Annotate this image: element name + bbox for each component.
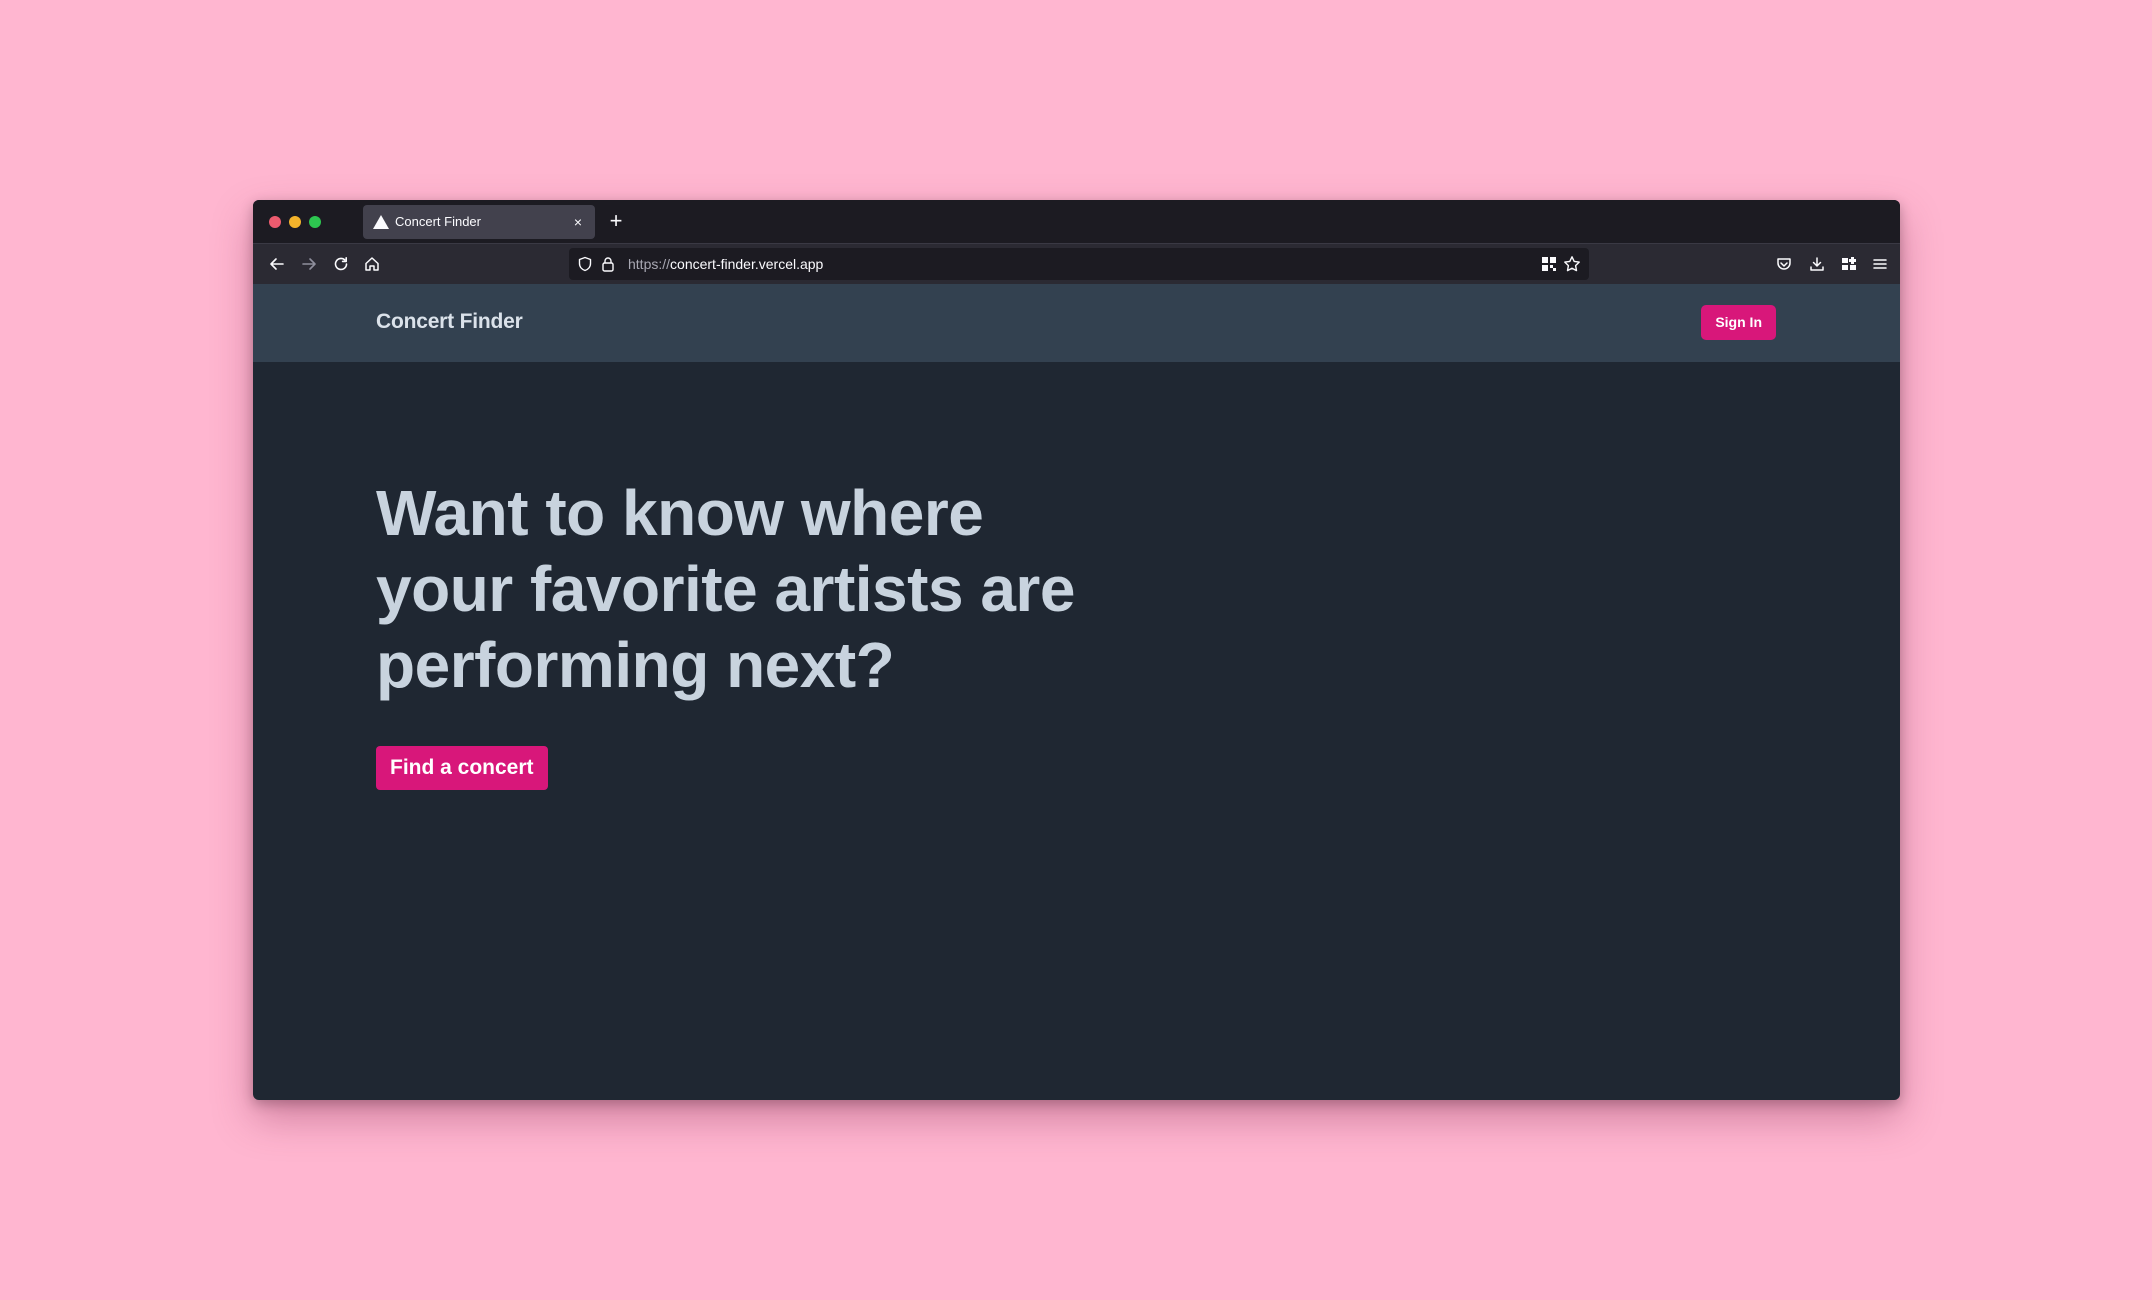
extensions-icon[interactable] <box>1839 254 1859 274</box>
new-tab-button[interactable]: + <box>606 210 626 232</box>
forward-arrow-icon[interactable] <box>299 254 319 274</box>
tab-concert-finder[interactable]: Concert Finder × <box>363 205 595 239</box>
url-bar[interactable]: https://concert-finder.vercel.app <box>569 248 1589 280</box>
reload-icon[interactable] <box>331 254 351 274</box>
star-icon[interactable] <box>1563 255 1581 278</box>
site-brand[interactable]: Concert Finder <box>376 309 523 335</box>
close-tab-icon[interactable]: × <box>571 215 585 229</box>
hamburger-menu-icon[interactable] <box>1870 254 1890 274</box>
home-icon[interactable] <box>362 254 382 274</box>
download-icon[interactable] <box>1807 254 1827 274</box>
find-concert-button[interactable]: Find a concert <box>376 746 548 790</box>
lock-icon[interactable] <box>601 256 615 277</box>
hero-title: Want to know where your favorite artists… <box>376 477 1075 701</box>
url-text: https://concert-finder.vercel.app <box>628 256 824 272</box>
tab-bar: Concert Finder × + <box>253 200 1900 243</box>
back-arrow-icon[interactable] <box>267 254 287 274</box>
triangle-icon <box>373 215 389 229</box>
site-header: Concert Finder Sign In <box>253 284 1900 362</box>
qr-code-icon[interactable] <box>1541 256 1557 277</box>
tab-title: Concert Finder <box>395 214 481 229</box>
minimize-window-button[interactable] <box>289 216 301 228</box>
close-window-button[interactable] <box>269 216 281 228</box>
navigation-toolbar: https://concert-finder.vercel.app <box>253 243 1900 284</box>
sign-in-button[interactable]: Sign In <box>1701 305 1776 340</box>
maximize-window-button[interactable] <box>309 216 321 228</box>
pocket-icon[interactable] <box>1774 254 1794 274</box>
browser-window: Concert Finder × + https://concert-finde… <box>253 200 1900 1100</box>
shield-icon[interactable] <box>577 256 593 277</box>
